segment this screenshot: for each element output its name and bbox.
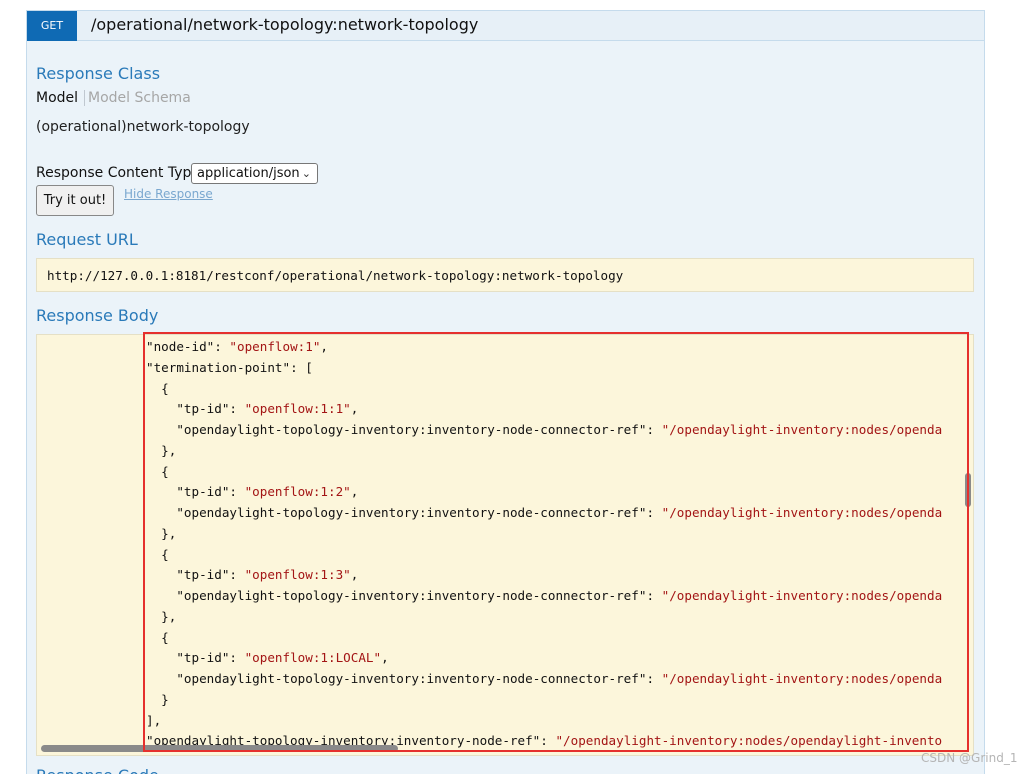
code-key: },: [161, 442, 177, 458]
code-key: "termination-point": [146, 359, 291, 375]
code-line: ],: [146, 711, 966, 732]
chevron-down-icon: ⌄: [301, 167, 311, 180]
response-body-box[interactable]: "node-id": "openflow:1", "termination-poi…: [36, 334, 974, 756]
code-separator: :: [214, 339, 230, 354]
vertical-scrollbar[interactable]: [965, 473, 971, 507]
code-separator: :: [646, 422, 662, 437]
horizontal-scrollbar[interactable]: [41, 745, 398, 752]
code-key: "opendaylight-topology-inventory:invento…: [176, 588, 647, 603]
code-line: "tp-id": "openflow:1:LOCAL",: [146, 648, 966, 669]
code-line: },: [146, 607, 966, 628]
code-key: "node-id": [146, 339, 215, 354]
code-separator: :: [540, 733, 556, 749]
code-separator: :: [229, 650, 245, 666]
content-type-value: application/json: [197, 166, 300, 181]
hide-response-link[interactable]: Hide Response: [124, 187, 213, 201]
code-key: "tp-id": [176, 484, 230, 500]
code-punctuation: ,: [350, 567, 359, 583]
code-separator: :: [229, 401, 245, 417]
code-key: {: [161, 546, 169, 562]
try-it-out-button[interactable]: Try it out!: [36, 185, 114, 216]
operation-heading[interactable]: GET /operational/network-topology:networ…: [27, 11, 984, 41]
code-key: }: [161, 691, 169, 707]
code-line: "tp-id": "openflow:1:2",: [146, 482, 966, 503]
response-code-title: Response Code: [36, 766, 159, 774]
model-name: (operational)network-topology: [36, 119, 250, 135]
code-punctuation: ,: [350, 401, 359, 417]
code-line: {: [146, 545, 966, 566]
code-separator: :: [646, 671, 662, 686]
code-key: {: [161, 380, 169, 396]
code-line: "opendaylight-topology-inventory:invento…: [146, 503, 966, 524]
code-key: },: [161, 525, 177, 541]
response-class-title: Response Class: [36, 64, 161, 83]
code-line: "tp-id": "openflow:1:1",: [146, 399, 966, 420]
code-string-value: "/opendaylight-inventory:nodes/opendayli…: [555, 733, 943, 749]
code-key: "opendaylight-topology-inventory:invento…: [176, 422, 647, 437]
code-string-value: "openflow:1:2": [244, 484, 351, 500]
code-key: "opendaylight-topology-inventory:invento…: [176, 671, 647, 686]
response-body-code: "node-id": "openflow:1", "termination-poi…: [146, 337, 966, 752]
code-line: },: [146, 524, 966, 545]
code-punctuation: ,: [320, 339, 329, 354]
code-line: }: [146, 690, 966, 711]
code-key: "tp-id": [176, 401, 230, 417]
code-key: {: [161, 463, 169, 479]
code-string-value: "openflow:1:LOCAL": [244, 650, 382, 666]
code-key: "opendaylight-topology-inventory:invento…: [176, 505, 647, 520]
code-line: "node-id": "openflow:1",: [146, 337, 966, 358]
code-line: {: [146, 379, 966, 400]
code-line: "tp-id": "openflow:1:3",: [146, 565, 966, 586]
request-url-box: http://127.0.0.1:8181/restconf/operation…: [36, 258, 974, 292]
code-string-value: "/opendaylight-inventory:nodes/openda: [661, 422, 943, 437]
code-string-value: "openflow:1": [229, 339, 321, 354]
code-line: {: [146, 462, 966, 483]
code-punctuation: ,: [381, 650, 389, 666]
code-key: "tp-id": [176, 650, 230, 666]
code-key: "tp-id": [176, 567, 230, 583]
code-line: "opendaylight-topology-inventory:invento…: [146, 669, 966, 690]
code-key: },: [161, 608, 177, 624]
code-separator: :: [229, 567, 245, 583]
tab-model-schema[interactable]: Model Schema: [88, 90, 191, 106]
code-key: ],: [146, 712, 162, 728]
code-line: },: [146, 441, 966, 462]
tab-model[interactable]: Model: [36, 90, 86, 106]
code-string-value: "/opendaylight-inventory:nodes/openda: [661, 505, 943, 520]
code-separator: : [: [290, 359, 313, 375]
request-url-title: Request URL: [36, 230, 138, 249]
code-separator: :: [646, 505, 662, 520]
content-type-label: Response Content Type: [36, 165, 200, 181]
watermark: CSDN @Grind_1: [921, 751, 1018, 765]
code-punctuation: ,: [350, 484, 359, 500]
http-method-badge[interactable]: GET: [27, 11, 77, 41]
code-line: {: [146, 628, 966, 649]
code-string-value: "/opendaylight-inventory:nodes/openda: [661, 588, 943, 603]
code-separator: :: [646, 588, 662, 603]
code-line: "termination-point": [: [146, 358, 966, 379]
response-body-title: Response Body: [36, 306, 159, 325]
code-string-value: "openflow:1:1": [244, 401, 351, 417]
operation-path[interactable]: /operational/network-topology:network-to…: [91, 15, 478, 34]
code-string-value: "openflow:1:3": [244, 567, 351, 583]
code-string-value: "/opendaylight-inventory:nodes/openda: [661, 671, 943, 686]
code-separator: :: [229, 484, 245, 500]
content-type-select[interactable]: application/json ⌄: [191, 163, 318, 184]
code-line: "opendaylight-topology-inventory:invento…: [146, 420, 966, 441]
code-key: {: [161, 629, 169, 645]
code-line: "opendaylight-topology-inventory:invento…: [146, 586, 966, 607]
